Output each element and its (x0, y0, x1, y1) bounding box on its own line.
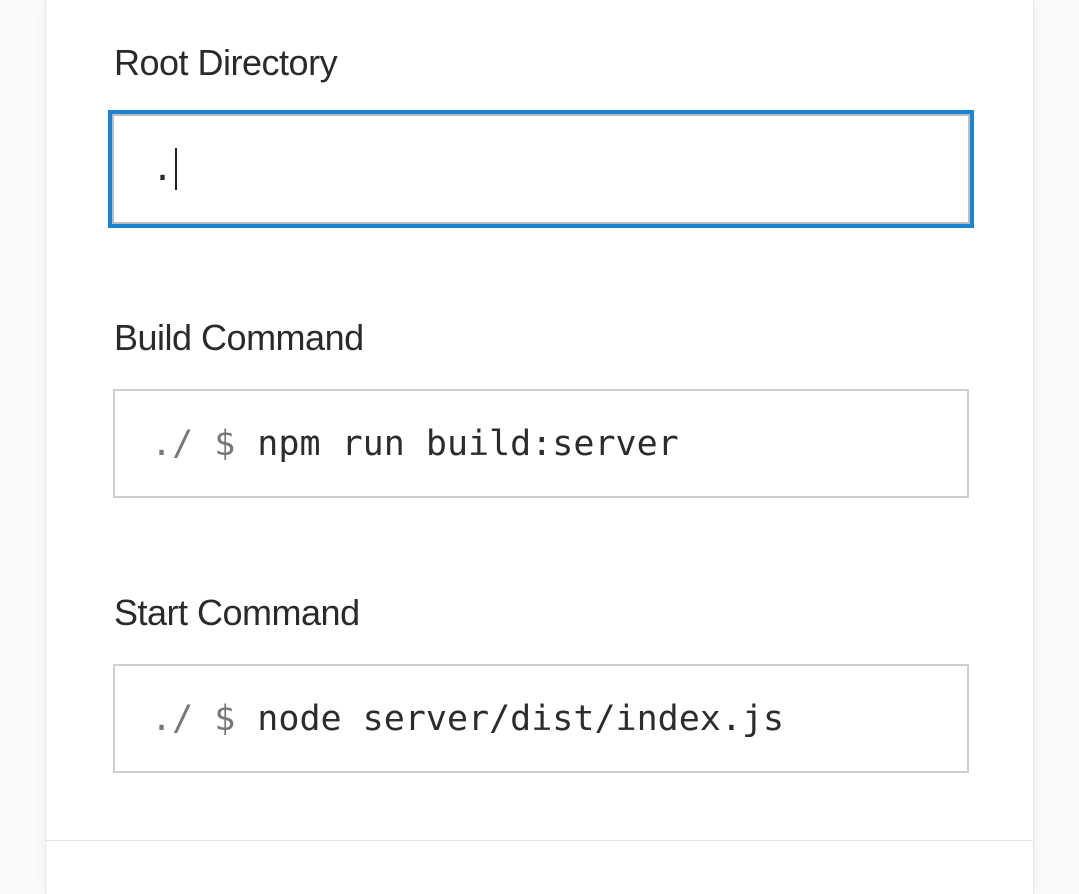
root-directory-input[interactable]: . (108, 110, 974, 228)
start-command-label: Start Command (114, 592, 360, 633)
build-command-prefix: ./ $ (151, 423, 236, 464)
start-command-input[interactable]: ./ $ node server/dist/index.js (113, 664, 969, 773)
start-command-prefix: ./ $ (151, 698, 236, 739)
settings-card: Root Directory . Build Command ./ $ npm … (45, 0, 1034, 894)
text-caret (175, 148, 178, 190)
start-command-value: node server/dist/index.js (257, 698, 785, 739)
section-divider (46, 840, 1033, 841)
root-directory-value: . (152, 149, 174, 189)
build-command-value: npm run build:server (257, 423, 679, 464)
root-directory-label: Root Directory (114, 42, 338, 83)
build-command-input[interactable]: ./ $ npm run build:server (113, 389, 969, 498)
build-command-label: Build Command (114, 317, 364, 358)
